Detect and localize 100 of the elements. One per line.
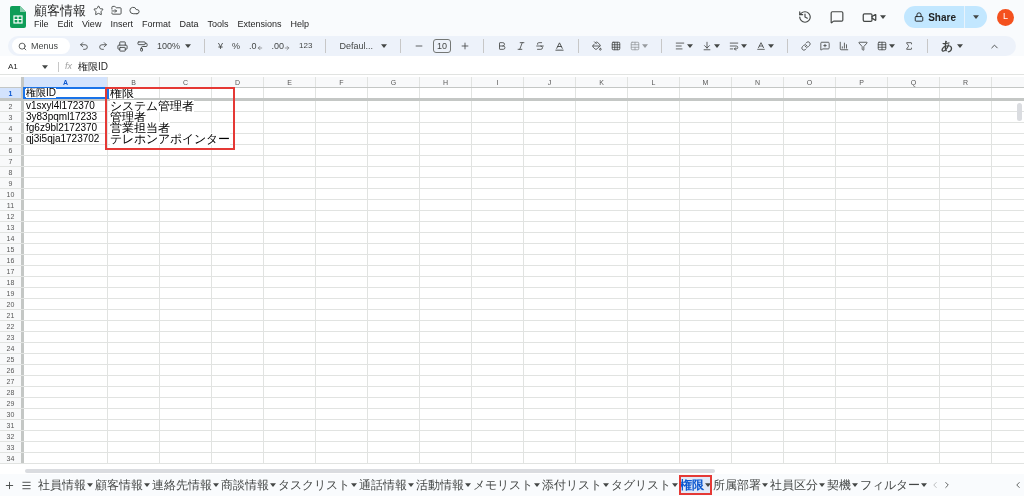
font-dropdown[interactable]: Defaul... bbox=[339, 41, 387, 51]
sheet-tab[interactable]: メモリスト bbox=[472, 475, 541, 495]
arrow-right-icon bbox=[284, 44, 291, 51]
merge-cells-icon[interactable] bbox=[630, 41, 640, 51]
sheet-tab[interactable]: 契機 bbox=[826, 475, 859, 495]
lock-icon bbox=[914, 12, 925, 22]
table-icon[interactable] bbox=[877, 41, 887, 51]
zoom-dropdown[interactable]: 100% bbox=[157, 41, 192, 51]
sheet-tab[interactable]: タスクリスト bbox=[277, 475, 358, 495]
sheet-tab[interactable]: 権限 bbox=[679, 475, 712, 495]
caret-icon bbox=[880, 15, 887, 19]
sheet-tab[interactable]: 所属部署 bbox=[712, 475, 769, 495]
number-format-button[interactable]: 123 bbox=[299, 42, 313, 50]
document-title[interactable]: 顧客情報 bbox=[34, 3, 86, 17]
caret-icon bbox=[185, 44, 192, 48]
sheet-tab[interactable]: タグリスト bbox=[610, 475, 679, 495]
add-sheet-icon[interactable] bbox=[4, 479, 15, 491]
scroll-tabs-right-icon[interactable] bbox=[942, 480, 952, 490]
table-cell: qj3i5qja1723702 bbox=[26, 134, 100, 144]
align-icon[interactable] bbox=[675, 41, 685, 51]
caret-icon bbox=[642, 44, 648, 48]
menu-item[interactable]: File bbox=[34, 20, 49, 29]
arrow-left-icon bbox=[256, 44, 263, 51]
share-menu-caret-icon bbox=[973, 15, 979, 19]
paint-format-icon[interactable] bbox=[137, 40, 148, 52]
chart-icon[interactable] bbox=[839, 41, 849, 51]
redo-icon[interactable] bbox=[98, 41, 108, 51]
table-cell: 権限ID bbox=[26, 88, 56, 98]
functions-icon[interactable] bbox=[904, 41, 914, 51]
borders-icon[interactable] bbox=[611, 41, 621, 51]
sheet-tab[interactable]: 連絡先情報 bbox=[151, 475, 220, 495]
caret-icon bbox=[465, 483, 471, 487]
search-icon bbox=[18, 41, 27, 51]
caret-icon bbox=[381, 44, 387, 48]
menu-item[interactable]: Format bbox=[141, 20, 171, 29]
table-cell: fg6z9bl2172370 bbox=[26, 123, 98, 133]
menu-item[interactable]: View bbox=[82, 20, 102, 29]
input-tools-dropdown[interactable]: あ bbox=[941, 40, 963, 52]
sheet-tab[interactable]: 顧客情報 bbox=[94, 475, 151, 495]
caret-icon bbox=[957, 44, 963, 48]
undo-icon[interactable] bbox=[79, 41, 89, 51]
caret-icon bbox=[852, 483, 858, 487]
caret-icon bbox=[534, 483, 540, 487]
caret-icon bbox=[714, 44, 720, 48]
history-icon[interactable] bbox=[798, 10, 813, 24]
menu-item[interactable]: Insert bbox=[110, 20, 133, 29]
filter-icon[interactable] bbox=[858, 41, 868, 51]
currency-button[interactable]: ¥ bbox=[218, 41, 224, 51]
strikethrough-icon[interactable] bbox=[535, 41, 545, 51]
caret-icon bbox=[270, 483, 276, 487]
caret-icon bbox=[921, 483, 927, 487]
sheets-logo-icon[interactable] bbox=[10, 6, 26, 28]
percent-button[interactable]: % bbox=[232, 41, 241, 51]
all-sheets-icon[interactable] bbox=[21, 479, 32, 491]
decrease-decimals-button[interactable]: .0 bbox=[249, 41, 263, 51]
vertical-align-icon[interactable] bbox=[702, 41, 712, 51]
side-panel-icon[interactable] bbox=[1013, 480, 1023, 490]
font-size-field[interactable]: 10 bbox=[433, 39, 451, 53]
menu-item[interactable]: Help bbox=[290, 20, 309, 29]
sheet-tab[interactable]: 商談情報 bbox=[220, 475, 277, 495]
caret-icon bbox=[213, 483, 219, 487]
add-comment-icon[interactable] bbox=[820, 41, 830, 51]
caret-icon bbox=[603, 483, 609, 487]
caret-icon bbox=[351, 483, 357, 487]
print-icon[interactable] bbox=[117, 40, 128, 52]
formula-field[interactable]: 権限ID bbox=[78, 61, 108, 72]
text-color-icon[interactable] bbox=[554, 40, 565, 52]
sheet-tab[interactable]: フィルター bbox=[859, 475, 928, 495]
caret-icon bbox=[741, 44, 747, 48]
table-cell: 3y83pqml17233 bbox=[26, 112, 98, 122]
sheet-tab[interactable]: 通話情報 bbox=[358, 475, 415, 495]
sheet-tab[interactable]: 活動情報 bbox=[415, 475, 472, 495]
sheet-tab[interactable]: 社員区分 bbox=[769, 475, 826, 495]
sheet-tab[interactable]: 添付リスト bbox=[541, 475, 610, 495]
caret-icon bbox=[762, 483, 768, 487]
caret-icon bbox=[705, 483, 711, 487]
menu-item[interactable]: Edit bbox=[57, 20, 74, 29]
fill-color-icon[interactable] bbox=[592, 41, 602, 51]
share-button[interactable]: Share bbox=[904, 6, 987, 28]
bold-icon[interactable] bbox=[497, 41, 507, 51]
menu-item[interactable]: Tools bbox=[207, 20, 229, 29]
increase-decimals-button[interactable]: .00 bbox=[271, 41, 291, 51]
plus-icon[interactable] bbox=[460, 41, 470, 51]
caret-icon bbox=[87, 483, 93, 487]
menu-item[interactable]: Data bbox=[179, 20, 199, 29]
sheet-tab[interactable]: 社員情報 bbox=[37, 475, 94, 495]
folder-icon[interactable] bbox=[111, 4, 122, 16]
star-icon[interactable] bbox=[93, 4, 104, 16]
cloud-icon[interactable] bbox=[129, 4, 140, 16]
menu-item[interactable]: Extensions bbox=[237, 20, 282, 29]
caret-icon bbox=[687, 44, 693, 48]
caret-icon bbox=[768, 44, 774, 48]
cell-reference[interactable]: A1 bbox=[8, 62, 18, 71]
menu-search-field[interactable]: Menus bbox=[12, 38, 70, 54]
link-icon[interactable] bbox=[801, 41, 811, 51]
text-wrap-icon[interactable] bbox=[729, 41, 739, 51]
text-rotation-icon[interactable] bbox=[756, 41, 766, 51]
vertical-scrollbar[interactable] bbox=[1017, 103, 1022, 121]
italic-icon[interactable] bbox=[516, 41, 526, 51]
comment-icon[interactable] bbox=[830, 10, 845, 24]
